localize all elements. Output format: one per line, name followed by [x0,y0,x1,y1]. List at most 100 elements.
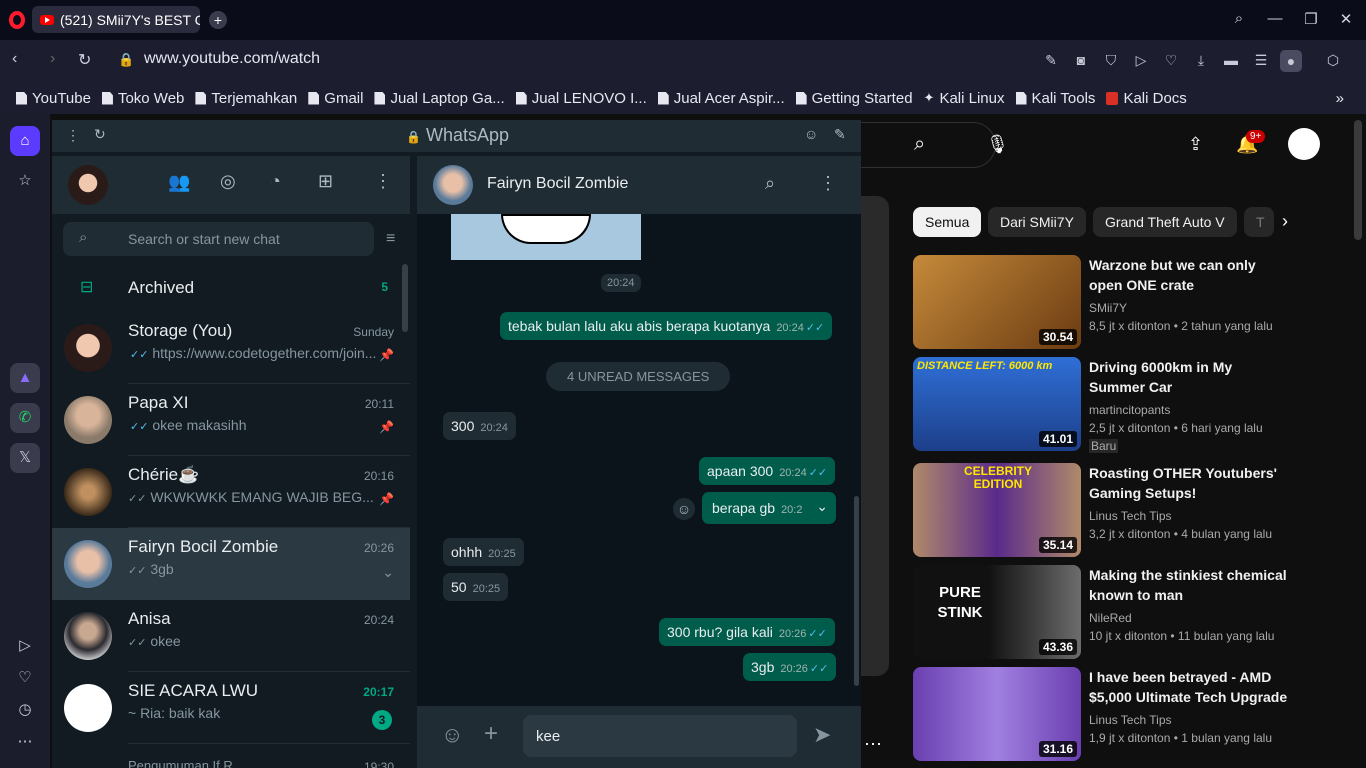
video-thumbnail[interactable]: PURE STINK 43.36 [913,565,1081,659]
message-out[interactable]: 3gb 20:26 ✓✓ [743,653,837,681]
message-out[interactable]: berapa gb 20:2 ⌄ [702,492,836,524]
youtube-search-box[interactable]: ⌕ [860,122,996,168]
minimize-button[interactable]: — [1265,10,1285,27]
shield-icon[interactable]: ⛉ [1102,52,1120,69]
browser-tab[interactable]: (521) SMii7Y's BEST C [32,6,200,33]
conversation-scrollbar[interactable] [854,496,859,686]
avatar[interactable] [1288,128,1320,160]
video-channel[interactable]: Linus Tech Tips [1089,713,1172,727]
play-icon[interactable]: ▷ [1132,52,1150,69]
communities-icon[interactable]: 👥 [168,172,190,193]
archived-row[interactable]: ⊟ Archived 5 [52,264,410,312]
chat-item-cherie[interactable]: Chérie☕ 20:16 ✓✓ WKWKWKK EMANG WAJIB BEG… [52,456,410,528]
chip-from-smii7y[interactable]: Dari SMii7Y [988,207,1086,237]
panel-pin-icon[interactable]: ✎ [834,126,846,143]
extensions-icon[interactable]: ⬡ [1324,52,1342,69]
page-scrollbar[interactable] [1354,120,1362,240]
profile-icon[interactable]: ● [1280,50,1302,72]
video-item[interactable]: 31.16 I have been betrayed - AMD $5,000 … [913,667,1363,761]
panel-menu-icon[interactable]: ⋮ [66,127,80,144]
new-tab-button[interactable]: + [209,11,227,29]
edit-icon[interactable]: ✎ [1042,52,1060,69]
opera-logo-icon[interactable] [9,11,25,29]
send-icon[interactable]: ➤ [813,722,831,748]
message-out[interactable]: 300 rbu? gila kali 20:26 ✓✓ [659,618,835,646]
microphone-icon[interactable]: 🎙 [986,134,1009,155]
avatar[interactable] [433,165,473,205]
chat-item-papa-xi[interactable]: Papa XI 20:11 ✓✓ okee makasihh 📌 [52,384,410,456]
video-item[interactable]: PURE STINK 43.36 Making the stinkiest che… [913,565,1363,659]
chat-item-pengumuman[interactable]: Pengumuman If R... 19:30 [52,744,410,768]
x-twitter-icon[interactable]: 𝕏 [10,443,40,473]
search-tabs-icon[interactable]: ⌕ [1229,10,1249,27]
bookmark-youtube[interactable]: YouTube [16,90,91,107]
video-thumbnail[interactable]: DISTANCE LEFT: 6000 km 41.01 [913,357,1081,451]
message-in[interactable]: 300 20:24 [443,412,516,440]
video-item[interactable]: DISTANCE LEFT: 6000 km 41.01 Driving 6000… [913,357,1363,453]
camera-icon[interactable]: ◙ [1072,52,1090,68]
video-thumbnail[interactable]: 31.16 [913,667,1081,761]
attach-plus-icon[interactable]: + [484,720,498,748]
react-emoji-icon[interactable]: ☺ [673,498,695,520]
bookmark-jual-laptop[interactable]: Jual Laptop Ga... [374,90,505,107]
video-channel[interactable]: NileRed [1089,611,1132,625]
video-thumbnail[interactable]: CELEBRITY EDITION 35.14 [913,463,1081,557]
emoji-icon[interactable]: ☺ [441,722,463,748]
message-out[interactable]: apaan 300 20:24 ✓✓ [699,457,836,485]
heart-icon[interactable]: ♡ [1162,52,1180,69]
new-chat-icon[interactable]: ⊞ [318,171,333,192]
panel-reload-icon[interactable]: ↻ [94,126,106,143]
video-title[interactable]: Making the stinkiest chemical known to m… [1089,565,1289,605]
player-more-icon[interactable]: ⋯ [864,734,882,755]
download-icon[interactable]: ⤓ [1192,52,1210,69]
avatar[interactable] [68,165,108,205]
url-field[interactable]: www.youtube.com/watch [144,50,320,68]
video-title[interactable]: Roasting OTHER Youtubers' Gaming Setups! [1089,463,1289,503]
reload-icon[interactable]: ↻ [78,50,91,70]
bookmark-jual-acer[interactable]: Jual Acer Aspir... [657,90,785,107]
bookmark-getting-started[interactable]: Getting Started [795,90,913,107]
chevron-down-icon[interactable]: ⌄ [382,564,394,581]
menu-icon[interactable]: ⋮ [819,173,837,194]
message-input[interactable]: kee [523,715,797,757]
chat-item-sie-acara[interactable]: SIE ACARA LWU 20:17 ~ Ria: baik kak 3 [52,672,410,744]
chat-item-storage[interactable]: Storage (You) Sunday ✓✓ https://www.code… [52,312,410,384]
youtube-search-icon[interactable]: ⌕ [914,133,925,156]
conversation-header[interactable]: Fairyn Bocil Zombie ⌕ ⋮ [417,156,861,214]
bookmark-terjemahkan[interactable]: Terjemahkan [195,90,297,107]
message-in[interactable]: ohhh 20:25 [443,538,524,566]
history-icon[interactable]: ◷ [10,695,40,725]
message-in[interactable]: 50 20:25 [443,573,509,601]
home-icon[interactable]: ⌂ [10,126,40,156]
bookmark-kali-docs[interactable]: Kali Docs [1106,90,1187,107]
forward-icon[interactable]: › [50,50,55,68]
video-title[interactable]: I have been betrayed - AMD $5,000 Ultima… [1089,667,1289,707]
chip-partial[interactable]: T [1244,207,1274,237]
video-channel[interactable]: martincitopants [1089,403,1170,417]
video-title[interactable]: Driving 6000km in My Summer Car [1089,357,1289,397]
bookmark-kali-tools[interactable]: Kali Tools [1015,90,1095,107]
bookmark-gmail[interactable]: Gmail [308,90,363,107]
speed-dial-icon[interactable]: ☆ [10,166,40,196]
favorites-icon[interactable]: ♡ [10,663,40,693]
bookmark-jual-lenovo[interactable]: Jual LENOVO I... [515,90,647,107]
bookmark-kali-linux[interactable]: ✦ Kali Linux [924,90,1005,107]
search-input[interactable]: ⌕ Search or start new chat [63,222,374,256]
panel-emoji-icon[interactable]: ☺ [804,126,818,142]
easy-setup-icon[interactable]: ☰ [1252,52,1270,69]
back-icon[interactable]: ‹ [12,50,17,68]
video-channel[interactable]: SMii7Y [1089,301,1127,315]
chat-item-anisa[interactable]: Anisa 20:24 ✓✓ okee [52,600,410,672]
more-icon[interactable]: ⋯ [10,727,40,757]
status-icon[interactable]: ◎ [220,171,236,192]
channels-icon[interactable]: ◔ [270,171,281,192]
close-window-button[interactable]: ✕ [1336,10,1356,28]
more-bookmarks-icon[interactable]: » [1336,90,1344,107]
video-channel[interactable]: Linus Tech Tips [1089,509,1172,523]
aria-icon[interactable]: ▲ [10,363,40,393]
search-icon[interactable]: ⌕ [765,173,775,194]
bookmark-toko-web[interactable]: Toko Web [101,90,184,107]
whatsapp-sidebar-icon[interactable]: ✆ [10,403,40,433]
video-item[interactable]: 30.54 Warzone but we can only open ONE c… [913,255,1363,349]
filter-icon[interactable]: ≡ [386,230,395,248]
